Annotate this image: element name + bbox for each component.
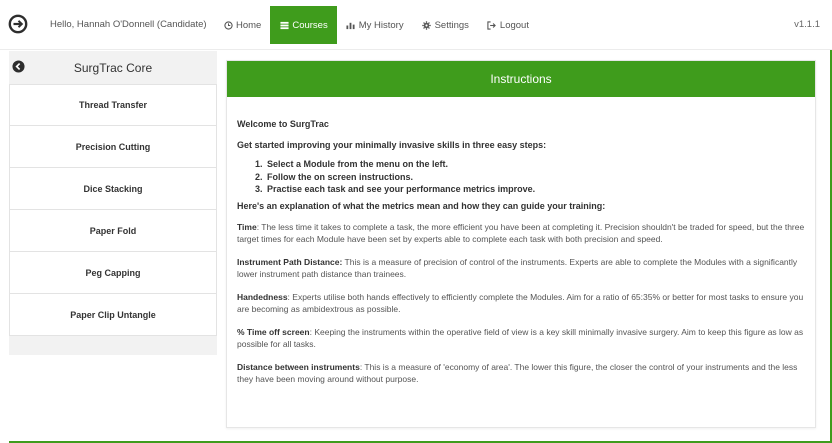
module-thread-transfer[interactable]: Thread Transfer [10, 84, 216, 126]
intro-text: Get started improving your minimally inv… [237, 140, 547, 150]
sidebar-title: SurgTrac Core [73, 60, 153, 75]
user-greeting: Hello, Hannah O'Donnell (Candidate) [50, 19, 207, 30]
metric-term: Handedness [237, 291, 288, 302]
metric-handedness: Handedness: Experts utilise both hands e… [237, 291, 805, 316]
nav-my-history-label: My History [358, 19, 404, 31]
gear-icon [422, 20, 432, 30]
metric-text: Experts utilise both hands effectively t… [237, 291, 804, 315]
metric-time-off-screen: % Time off screen: Keeping the instrumen… [237, 326, 805, 351]
metric-text: The less time it takes to complete a tas… [237, 221, 805, 245]
nav-logout[interactable]: Logout [478, 6, 538, 44]
bar-chart-icon [346, 20, 356, 30]
metric-text: Keeping the instruments within the opera… [237, 326, 804, 350]
metrics-intro: Here's an explanation of what the metric… [237, 200, 606, 211]
step-item: Follow the on screen instructions. [265, 171, 805, 184]
metric-time: Time: The less time it takes to complete… [237, 221, 805, 246]
module-precision-cutting[interactable]: Precision Cutting [10, 126, 216, 168]
nav-settings[interactable]: Settings [413, 6, 478, 44]
app-logo-icon[interactable] [8, 14, 28, 34]
metric-term: Instrument Path Distance: [237, 256, 343, 267]
metric-term: % Time off screen [237, 326, 310, 337]
instructions-body: Welcome to SurgTrac Get started improvin… [227, 119, 815, 386]
step-item: Practise each task and see your performa… [265, 183, 805, 196]
nav-my-history[interactable]: My History [337, 6, 413, 44]
left-gutter [0, 50, 9, 443]
clock-icon [223, 20, 233, 30]
step-item: Select a Module from the menu on the lef… [265, 158, 805, 171]
module-dice-stacking[interactable]: Dice Stacking [10, 168, 216, 210]
nav-settings-label: Settings [434, 19, 469, 31]
instructions-panel: Instructions Welcome to SurgTrac Get sta… [226, 60, 816, 428]
welcome-heading: Welcome to SurgTrac [237, 119, 329, 129]
top-navbar: Hello, Hannah O'Donnell (Candidate) Home… [0, 0, 832, 50]
module-paper-clip-untangle[interactable]: Paper Clip Untangle [10, 294, 216, 336]
instructions-title: Instructions [227, 61, 815, 97]
nav-logout-label: Logout [499, 19, 529, 31]
logout-icon [487, 20, 497, 30]
nav-courses-label: Courses [292, 19, 328, 31]
nav-home-label: Home [236, 19, 262, 31]
main-nav: Home Courses My History Settings Logout [214, 6, 538, 44]
nav-courses[interactable]: Courses [270, 6, 337, 44]
metric-path-distance: Instrument Path Distance: This is a meas… [237, 256, 805, 281]
steps-list: Select a Module from the menu on the lef… [237, 158, 805, 196]
metric-distance-between: Distance between instruments: This is a … [237, 361, 805, 386]
list-icon [279, 20, 289, 30]
module-list: Thread Transfer Precision Cutting Dice S… [9, 84, 217, 336]
metric-term: Time [237, 221, 257, 232]
metric-term: Distance between instruments [237, 361, 360, 372]
module-peg-capping[interactable]: Peg Capping [10, 252, 216, 294]
app-version: v1.1.1 [794, 19, 820, 30]
nav-home[interactable]: Home [214, 6, 270, 44]
module-paper-fold[interactable]: Paper Fold [10, 210, 216, 252]
